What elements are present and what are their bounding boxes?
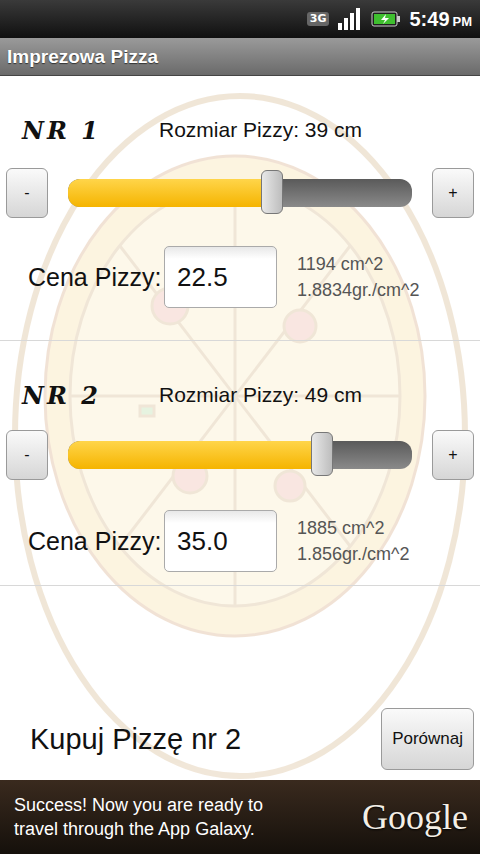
size-slider[interactable] — [68, 441, 412, 469]
size-slider[interactable] — [68, 179, 412, 207]
pizza-header: NR 2Rozmiar Pizzy: 49 cm — [0, 377, 480, 413]
ad-banner[interactable]: Success! Now you are ready totravel thro… — [0, 780, 480, 854]
pizza-stats: 1885 cm^21.856gr./cm^2 — [297, 515, 410, 567]
app-title: Imprezowa Pizza — [7, 46, 158, 68]
plus-button[interactable]: + — [432, 430, 474, 480]
clock-time: 5:49 — [409, 8, 449, 31]
size-slider-row: -+ — [0, 430, 480, 480]
pizza-section: NR 1Rozmiar Pizzy: 39 cm-+Cena Pizzy:119… — [0, 76, 480, 341]
size-label: Rozmiar Pizzy: 49 cm — [159, 383, 362, 407]
unit-price-text: 1.856gr./cm^2 — [297, 541, 410, 567]
price-row: Cena Pizzy: 1194 cm^21.8834gr./cm^2 — [0, 246, 480, 308]
clock: 5:49 PM — [409, 8, 472, 31]
network-indicator: 3G — [307, 12, 330, 26]
minus-button[interactable]: - — [6, 430, 48, 480]
unit-price-text: 1.8834gr./cm^2 — [297, 277, 420, 303]
slider-fill — [68, 179, 272, 207]
main-content: NR 1Rozmiar Pizzy: 39 cm-+Cena Pizzy:119… — [0, 76, 480, 780]
plus-button[interactable]: + — [432, 168, 474, 218]
signal-icon — [337, 7, 363, 31]
compare-button[interactable]: Porównaj — [381, 708, 474, 770]
size-slider-row: -+ — [0, 168, 480, 218]
status-bar: 3G 5:49 PM — [0, 0, 480, 38]
area-text: 1885 cm^2 — [297, 515, 410, 541]
google-logo: Google — [362, 796, 468, 838]
slider-thumb[interactable] — [261, 170, 283, 214]
price-label: Cena Pizzy: — [0, 263, 164, 292]
pizza-number: NR 2 — [0, 381, 159, 410]
slider-fill — [68, 441, 322, 469]
result-row: Kupuj Pizzę nr 2 Porównaj — [0, 708, 480, 780]
ad-line: travel through the App Galaxy. — [14, 817, 263, 841]
pizza-stats: 1194 cm^21.8834gr./cm^2 — [297, 251, 420, 303]
size-label: Rozmiar Pizzy: 39 cm — [159, 118, 362, 142]
pizza-number: NR 1 — [0, 116, 159, 145]
price-input[interactable] — [164, 246, 277, 308]
battery-icon — [371, 7, 401, 31]
area-text: 1194 cm^2 — [297, 251, 420, 277]
clock-meridiem: PM — [453, 14, 473, 29]
result-text: Kupuj Pizzę nr 2 — [30, 723, 241, 756]
price-row: Cena Pizzy: 1885 cm^21.856gr./cm^2 — [0, 510, 480, 572]
price-label: Cena Pizzy: — [0, 527, 164, 556]
pizza-section: NR 2Rozmiar Pizzy: 49 cm-+Cena Pizzy:188… — [0, 341, 480, 586]
pizza-header: NR 1Rozmiar Pizzy: 39 cm — [0, 112, 480, 148]
ad-text: Success! Now you are ready totravel thro… — [14, 793, 263, 841]
title-bar: Imprezowa Pizza — [0, 38, 480, 76]
minus-button[interactable]: - — [6, 168, 48, 218]
ad-line: Success! Now you are ready to — [14, 793, 263, 817]
slider-thumb[interactable] — [311, 432, 333, 476]
price-input[interactable] — [164, 510, 277, 572]
